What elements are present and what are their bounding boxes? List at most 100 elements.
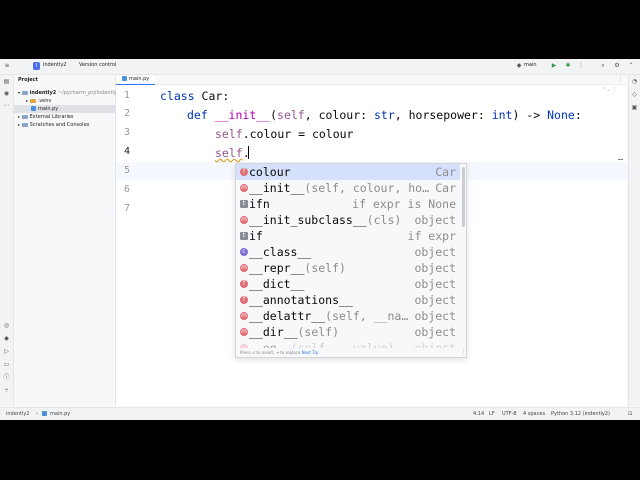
- code-line-3[interactable]: self.colour = colour: [215, 127, 353, 141]
- completion-item[interactable]: f __dict__ object: [236, 276, 460, 292]
- function-name: __init__: [214, 108, 271, 122]
- chevron-right-icon[interactable]: ▸: [18, 114, 20, 119]
- completion-item[interactable]: m __init__(self, colour, ho… Car: [236, 180, 460, 196]
- tree-item-scratches[interactable]: ▸ Scratches and Consoles: [14, 121, 119, 129]
- completion-item[interactable]: t if if expr: [236, 228, 460, 244]
- line-number: 2: [123, 108, 130, 119]
- completion-item[interactable]: m __init_subclass__(cls) object: [236, 212, 460, 228]
- completion-item[interactable]: m __dir__(self) object: [236, 324, 460, 340]
- commit-tool-icon[interactable]: ◉: [3, 90, 10, 97]
- method-icon: m: [240, 184, 248, 192]
- completion-item[interactable]: f __annotations__ object: [236, 292, 460, 308]
- popup-footer: Press ⏎ to insert, ⇥ to replace Next Tip…: [236, 348, 466, 357]
- completion-signature: (cls): [366, 213, 402, 227]
- tab-options-icon[interactable]: ⋮: [618, 76, 623, 82]
- terminal-icon[interactable]: ▭: [3, 361, 10, 368]
- chevron-right-icon[interactable]: ▸: [26, 98, 28, 103]
- tree-item-venv[interactable]: ▸ .venv: [14, 97, 127, 105]
- code-token: , horsepower:: [394, 108, 492, 122]
- completion-type: object: [414, 277, 456, 291]
- template-icon: t: [240, 232, 248, 240]
- collapse-icon[interactable]: ⌃: [628, 63, 634, 69]
- debug-icon[interactable]: ✱: [565, 63, 571, 69]
- python-interpreter[interactable]: Python 3.12 (indently2): [551, 411, 610, 417]
- problems-icon[interactable]: ⓘ: [3, 374, 10, 381]
- notifications-icon[interactable]: ◔: [631, 78, 638, 85]
- completion-type: if expr: [407, 229, 456, 243]
- run-icon[interactable]: ▶: [551, 63, 557, 69]
- completion-text: if: [249, 229, 263, 243]
- completion-item[interactable]: c __class__ object: [236, 244, 460, 260]
- field-icon: f: [240, 168, 248, 176]
- tree-item-label: indently2: [29, 90, 57, 96]
- completion-text: colour: [249, 165, 291, 179]
- vcs-widget[interactable]: Version control: [79, 62, 116, 68]
- run-config-selector[interactable]: main: [524, 62, 537, 68]
- completion-item[interactable]: m __delattr__(self, __na… object: [236, 308, 460, 324]
- popup-scrollbar[interactable]: [462, 167, 465, 227]
- version-control-icon[interactable]: ⑂: [3, 387, 10, 394]
- tab-main-py[interactable]: main.py: [116, 75, 156, 85]
- breadcrumb-file[interactable]: main.py: [50, 411, 70, 417]
- project-badge: I: [33, 62, 40, 70]
- line-separator[interactable]: LF: [489, 411, 495, 417]
- completion-item[interactable]: m __repr__(self) object: [236, 260, 460, 276]
- scratches-icon: [21, 122, 28, 127]
- caret-position[interactable]: 4:14: [473, 411, 484, 417]
- completion-type: object: [414, 325, 456, 339]
- completion-item[interactable]: f colour Car: [236, 164, 460, 180]
- method-icon: m: [240, 264, 248, 272]
- completion-name: __delattr__(self, __na…: [249, 308, 408, 324]
- python-file-icon: [42, 411, 49, 417]
- completion-name: __repr__(self): [249, 260, 346, 276]
- project-tool-icon[interactable]: ▤: [3, 78, 10, 85]
- tab-label: main.py: [129, 76, 150, 82]
- completion-signature: (self): [297, 325, 340, 339]
- python-file-icon: [122, 76, 127, 81]
- folder-icon: [29, 98, 36, 103]
- python-console-icon[interactable]: ◆: [3, 335, 10, 342]
- line-number: 4: [123, 146, 130, 157]
- text-caret: [248, 146, 249, 159]
- project-selector[interactable]: indently2: [43, 62, 66, 68]
- more-tools-icon[interactable]: ⋯: [3, 102, 10, 109]
- chevron-right-icon[interactable]: ▸: [18, 122, 20, 127]
- inspection-widget[interactable]: ⌃⌄ ⋮: [602, 87, 617, 93]
- file-encoding[interactable]: UTF-8: [502, 411, 517, 417]
- more-actions-icon[interactable]: ⋮: [578, 63, 584, 69]
- search-icon[interactable]: ⌕: [600, 63, 606, 69]
- indent-setting[interactable]: 4 spaces: [523, 411, 545, 417]
- tree-item-external-libraries[interactable]: ▸ External Libraries: [14, 113, 119, 121]
- main-menu-icon[interactable]: ≡: [4, 63, 10, 69]
- chevron-down-icon[interactable]: ▾: [18, 90, 20, 95]
- completion-text: __annotations__: [249, 293, 353, 307]
- keyword-class: class: [160, 89, 202, 103]
- completion-item[interactable]: t ifn if expr is None: [236, 196, 460, 212]
- breadcrumb-project[interactable]: indently2: [6, 411, 29, 417]
- scroll-marker: [618, 159, 623, 160]
- completion-name: __annotations__: [249, 292, 353, 308]
- code-line-2[interactable]: def __init__(self, colour: str, horsepow…: [187, 108, 582, 122]
- line-number: 6: [123, 184, 130, 195]
- ai-assistant-icon[interactable]: ◇: [631, 91, 638, 98]
- python-packages-icon[interactable]: ◎: [3, 322, 10, 329]
- code-line-4[interactable]: self.: [215, 146, 250, 160]
- completion-signature: (self, __na…: [325, 309, 409, 323]
- tree-item-label: Scratches and Consoles: [29, 122, 90, 128]
- code-token: ) ->: [512, 108, 548, 122]
- completion-name: __class__: [249, 244, 311, 260]
- type-token: int: [491, 108, 513, 122]
- completion-signature: (self): [304, 261, 346, 275]
- database-icon[interactable]: ▣: [631, 104, 638, 111]
- settings-icon[interactable]: ⚙: [614, 63, 620, 69]
- services-icon[interactable]: ▷: [3, 348, 10, 355]
- completion-signature: (self, colour, ho…: [304, 181, 430, 195]
- lock-icon[interactable]: ⊡: [628, 411, 632, 417]
- tree-item-project-root[interactable]: ▾ indently2 ~/pycharm_prj/indently2: [14, 89, 120, 97]
- python-file-icon: [31, 106, 36, 111]
- project-panel: Project ▾ indently2 ~/pycharm_prj/indent…: [14, 75, 125, 406]
- code-line-1[interactable]: class Car:: [160, 89, 229, 103]
- popup-menu-icon[interactable]: ⋮: [461, 348, 466, 357]
- next-tip-link[interactable]: Next Tip: [302, 350, 319, 355]
- tree-item-main-py[interactable]: main.py: [14, 105, 125, 113]
